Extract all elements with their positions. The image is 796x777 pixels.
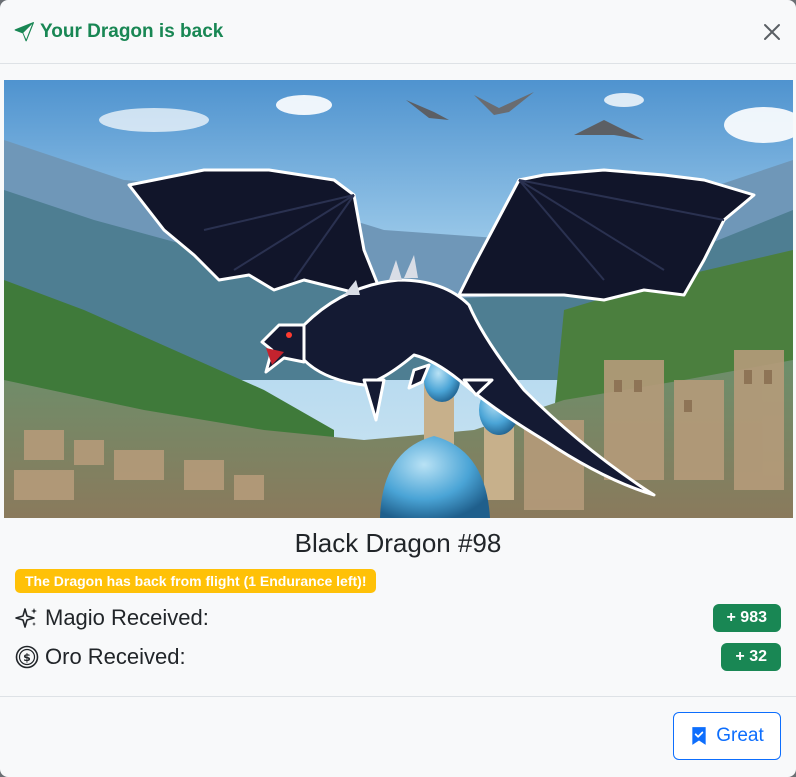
reward-value-badge: + 983 [712,604,781,632]
reward-row-magio: Magio Received: + 983 [15,602,781,634]
reward-row-oro: $ Oro Received: + 32 [15,641,781,673]
coin-icon: $ [15,645,39,669]
reward-label: Magio Received: [45,605,209,630]
modal-title: Your Dragon is back [14,21,223,43]
modal-header: Your Dragon is back [0,0,796,64]
great-button[interactable]: Great [673,712,781,760]
bookmark-check-icon [690,726,708,746]
close-button[interactable] [760,20,784,44]
svg-text:$: $ [23,651,31,664]
dragon-name: Black Dragon #98 [294,528,502,558]
modal-footer: Great [0,696,796,777]
send-icon [14,21,34,42]
great-button-label: Great [716,725,764,746]
reward-value-badge: + 32 [721,643,781,671]
modal-title-text: Your Dragon is back [40,20,224,42]
dragon-illustration [4,80,793,518]
sparkles-icon [15,606,39,630]
close-icon [764,24,780,40]
status-badge: The Dragon has back from flight (1 Endur… [15,569,377,593]
dragon-image [4,80,793,518]
dragon-return-modal: Your Dragon is back Black Dragon #98 The… [0,0,796,777]
reward-label: Oro Received: [45,644,186,669]
